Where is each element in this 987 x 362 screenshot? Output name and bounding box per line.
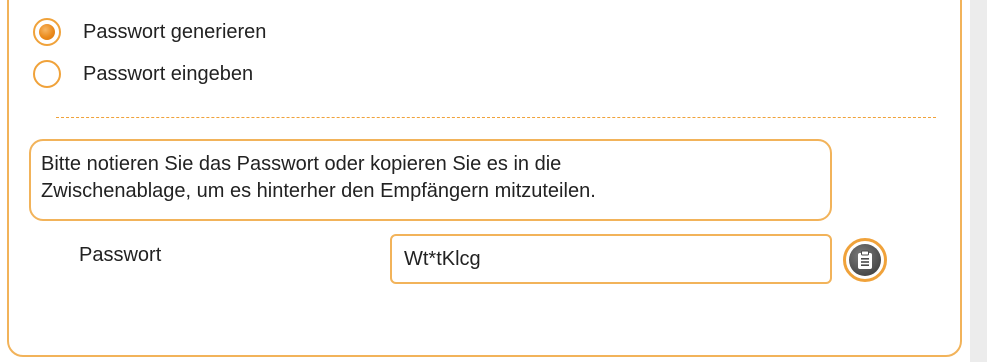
info-message-box: Bitte notieren Sie das Passwort oder kop… (29, 139, 832, 221)
radio-button-unselected[interactable] (33, 60, 61, 88)
radio-button-selected[interactable] (33, 18, 61, 46)
password-label: Passwort (79, 244, 162, 266)
radio-enter-label[interactable]: Passwort eingeben (83, 63, 253, 86)
radio-enter-password[interactable]: Passwort eingeben (33, 59, 253, 89)
clipboard-icon (849, 244, 881, 276)
dashed-divider (56, 117, 936, 118)
radio-selected-dot (39, 24, 55, 40)
radio-generate-label[interactable]: Passwort generieren (83, 21, 266, 44)
scrollbar-gutter[interactable] (970, 0, 987, 362)
info-line-2: Zwischenablage, um es hinterher den Empf… (41, 180, 596, 202)
copy-to-clipboard-button[interactable] (843, 238, 887, 282)
radio-generate-password[interactable]: Passwort generieren (33, 17, 266, 47)
info-line-1: Bitte notieren Sie das Passwort oder kop… (41, 153, 562, 175)
password-field[interactable] (390, 234, 832, 284)
